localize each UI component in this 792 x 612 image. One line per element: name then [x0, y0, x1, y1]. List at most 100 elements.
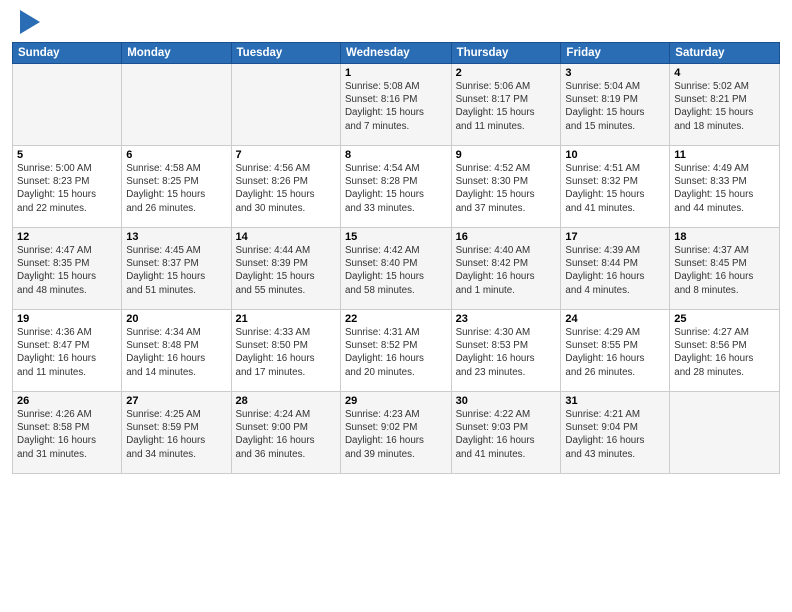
- day-info: Sunrise: 4:24 AM Sunset: 9:00 PM Dayligh…: [236, 408, 336, 461]
- day-cell: 14Sunrise: 4:44 AM Sunset: 8:39 PM Dayli…: [231, 228, 340, 310]
- day-cell: 29Sunrise: 4:23 AM Sunset: 9:02 PM Dayli…: [340, 392, 451, 474]
- day-info: Sunrise: 4:49 AM Sunset: 8:33 PM Dayligh…: [674, 162, 775, 215]
- day-number: 21: [236, 313, 336, 325]
- day-info: Sunrise: 4:31 AM Sunset: 8:52 PM Dayligh…: [345, 326, 447, 379]
- day-cell: 16Sunrise: 4:40 AM Sunset: 8:42 PM Dayli…: [451, 228, 561, 310]
- day-info: Sunrise: 4:44 AM Sunset: 8:39 PM Dayligh…: [236, 244, 336, 297]
- day-number: 1: [345, 67, 447, 79]
- day-cell: 5Sunrise: 5:00 AM Sunset: 8:23 PM Daylig…: [13, 146, 122, 228]
- day-number: 12: [17, 231, 117, 243]
- day-number: 28: [236, 395, 336, 407]
- day-cell: 10Sunrise: 4:51 AM Sunset: 8:32 PM Dayli…: [561, 146, 670, 228]
- logo-icon: [20, 10, 40, 34]
- day-info: Sunrise: 5:00 AM Sunset: 8:23 PM Dayligh…: [17, 162, 117, 215]
- day-info: Sunrise: 4:34 AM Sunset: 8:48 PM Dayligh…: [126, 326, 226, 379]
- day-number: 13: [126, 231, 226, 243]
- day-number: 23: [456, 313, 557, 325]
- day-number: 19: [17, 313, 117, 325]
- day-number: 25: [674, 313, 775, 325]
- day-info: Sunrise: 4:29 AM Sunset: 8:55 PM Dayligh…: [565, 326, 665, 379]
- day-info: Sunrise: 4:42 AM Sunset: 8:40 PM Dayligh…: [345, 244, 447, 297]
- day-cell: 15Sunrise: 4:42 AM Sunset: 8:40 PM Dayli…: [340, 228, 451, 310]
- day-info: Sunrise: 4:47 AM Sunset: 8:35 PM Dayligh…: [17, 244, 117, 297]
- day-cell: 3Sunrise: 5:04 AM Sunset: 8:19 PM Daylig…: [561, 64, 670, 146]
- day-number: 30: [456, 395, 557, 407]
- day-header-wednesday: Wednesday: [340, 43, 451, 64]
- day-cell: 21Sunrise: 4:33 AM Sunset: 8:50 PM Dayli…: [231, 310, 340, 392]
- day-cell: [122, 64, 231, 146]
- day-info: Sunrise: 5:02 AM Sunset: 8:21 PM Dayligh…: [674, 80, 775, 133]
- day-header-tuesday: Tuesday: [231, 43, 340, 64]
- day-number: 16: [456, 231, 557, 243]
- day-cell: 9Sunrise: 4:52 AM Sunset: 8:30 PM Daylig…: [451, 146, 561, 228]
- day-info: Sunrise: 4:56 AM Sunset: 8:26 PM Dayligh…: [236, 162, 336, 215]
- day-cell: 6Sunrise: 4:58 AM Sunset: 8:25 PM Daylig…: [122, 146, 231, 228]
- day-number: 24: [565, 313, 665, 325]
- day-header-thursday: Thursday: [451, 43, 561, 64]
- day-header-sunday: Sunday: [13, 43, 122, 64]
- day-cell: 18Sunrise: 4:37 AM Sunset: 8:45 PM Dayli…: [670, 228, 780, 310]
- calendar-header: SundayMondayTuesdayWednesdayThursdayFrid…: [13, 43, 780, 64]
- day-info: Sunrise: 5:08 AM Sunset: 8:16 PM Dayligh…: [345, 80, 447, 133]
- day-number: 9: [456, 149, 557, 161]
- day-cell: [13, 64, 122, 146]
- day-number: 27: [126, 395, 226, 407]
- day-cell: 23Sunrise: 4:30 AM Sunset: 8:53 PM Dayli…: [451, 310, 561, 392]
- week-row-5: 26Sunrise: 4:26 AM Sunset: 8:58 PM Dayli…: [13, 392, 780, 474]
- day-number: 7: [236, 149, 336, 161]
- header: [12, 10, 780, 34]
- day-info: Sunrise: 4:22 AM Sunset: 9:03 PM Dayligh…: [456, 408, 557, 461]
- calendar-body: 1Sunrise: 5:08 AM Sunset: 8:16 PM Daylig…: [13, 64, 780, 474]
- day-number: 6: [126, 149, 226, 161]
- day-header-monday: Monday: [122, 43, 231, 64]
- day-number: 2: [456, 67, 557, 79]
- day-cell: 12Sunrise: 4:47 AM Sunset: 8:35 PM Dayli…: [13, 228, 122, 310]
- day-info: Sunrise: 4:27 AM Sunset: 8:56 PM Dayligh…: [674, 326, 775, 379]
- day-info: Sunrise: 4:54 AM Sunset: 8:28 PM Dayligh…: [345, 162, 447, 215]
- day-info: Sunrise: 5:06 AM Sunset: 8:17 PM Dayligh…: [456, 80, 557, 133]
- day-number: 14: [236, 231, 336, 243]
- day-number: 17: [565, 231, 665, 243]
- day-info: Sunrise: 4:52 AM Sunset: 8:30 PM Dayligh…: [456, 162, 557, 215]
- day-info: Sunrise: 4:45 AM Sunset: 8:37 PM Dayligh…: [126, 244, 226, 297]
- day-info: Sunrise: 4:21 AM Sunset: 9:04 PM Dayligh…: [565, 408, 665, 461]
- day-cell: 31Sunrise: 4:21 AM Sunset: 9:04 PM Dayli…: [561, 392, 670, 474]
- day-number: 31: [565, 395, 665, 407]
- day-info: Sunrise: 4:25 AM Sunset: 8:59 PM Dayligh…: [126, 408, 226, 461]
- day-number: 4: [674, 67, 775, 79]
- day-info: Sunrise: 4:26 AM Sunset: 8:58 PM Dayligh…: [17, 408, 117, 461]
- day-number: 22: [345, 313, 447, 325]
- day-cell: 13Sunrise: 4:45 AM Sunset: 8:37 PM Dayli…: [122, 228, 231, 310]
- day-info: Sunrise: 4:58 AM Sunset: 8:25 PM Dayligh…: [126, 162, 226, 215]
- day-number: 26: [17, 395, 117, 407]
- day-cell: 7Sunrise: 4:56 AM Sunset: 8:26 PM Daylig…: [231, 146, 340, 228]
- day-cell: 17Sunrise: 4:39 AM Sunset: 8:44 PM Dayli…: [561, 228, 670, 310]
- day-cell: [231, 64, 340, 146]
- day-number: 8: [345, 149, 447, 161]
- day-cell: 26Sunrise: 4:26 AM Sunset: 8:58 PM Dayli…: [13, 392, 122, 474]
- page: SundayMondayTuesdayWednesdayThursdayFrid…: [0, 0, 792, 612]
- day-cell: 30Sunrise: 4:22 AM Sunset: 9:03 PM Dayli…: [451, 392, 561, 474]
- day-info: Sunrise: 4:36 AM Sunset: 8:47 PM Dayligh…: [17, 326, 117, 379]
- day-info: Sunrise: 4:33 AM Sunset: 8:50 PM Dayligh…: [236, 326, 336, 379]
- day-cell: 22Sunrise: 4:31 AM Sunset: 8:52 PM Dayli…: [340, 310, 451, 392]
- day-info: Sunrise: 4:23 AM Sunset: 9:02 PM Dayligh…: [345, 408, 447, 461]
- day-number: 15: [345, 231, 447, 243]
- day-cell: 11Sunrise: 4:49 AM Sunset: 8:33 PM Dayli…: [670, 146, 780, 228]
- week-row-4: 19Sunrise: 4:36 AM Sunset: 8:47 PM Dayli…: [13, 310, 780, 392]
- day-number: 18: [674, 231, 775, 243]
- day-number: 29: [345, 395, 447, 407]
- day-info: Sunrise: 4:40 AM Sunset: 8:42 PM Dayligh…: [456, 244, 557, 297]
- day-cell: 27Sunrise: 4:25 AM Sunset: 8:59 PM Dayli…: [122, 392, 231, 474]
- day-cell: 8Sunrise: 4:54 AM Sunset: 8:28 PM Daylig…: [340, 146, 451, 228]
- week-row-2: 5Sunrise: 5:00 AM Sunset: 8:23 PM Daylig…: [13, 146, 780, 228]
- day-info: Sunrise: 4:37 AM Sunset: 8:45 PM Dayligh…: [674, 244, 775, 297]
- day-cell: [670, 392, 780, 474]
- day-number: 3: [565, 67, 665, 79]
- day-cell: 25Sunrise: 4:27 AM Sunset: 8:56 PM Dayli…: [670, 310, 780, 392]
- day-cell: 19Sunrise: 4:36 AM Sunset: 8:47 PM Dayli…: [13, 310, 122, 392]
- day-cell: 24Sunrise: 4:29 AM Sunset: 8:55 PM Dayli…: [561, 310, 670, 392]
- header-row: SundayMondayTuesdayWednesdayThursdayFrid…: [13, 43, 780, 64]
- day-info: Sunrise: 4:39 AM Sunset: 8:44 PM Dayligh…: [565, 244, 665, 297]
- day-cell: 20Sunrise: 4:34 AM Sunset: 8:48 PM Dayli…: [122, 310, 231, 392]
